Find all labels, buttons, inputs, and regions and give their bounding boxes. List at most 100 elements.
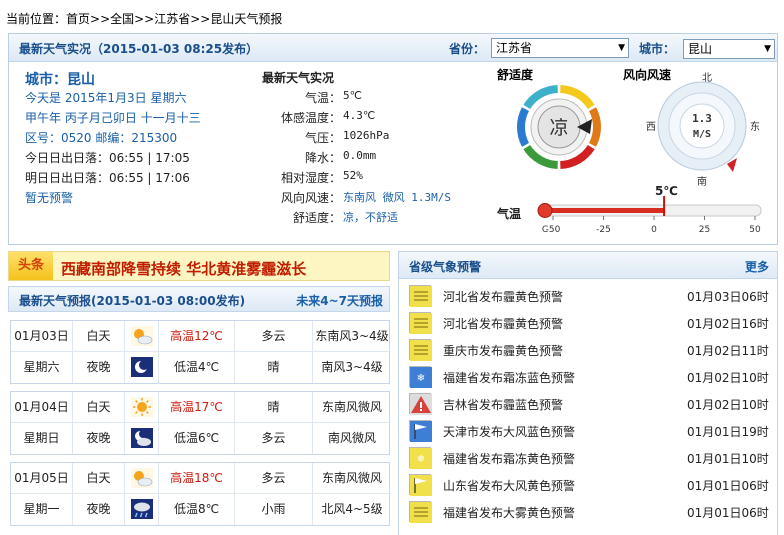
forecast-icon-box: [131, 357, 153, 377]
warning-text[interactable]: 福建省发布大雾黄色预警: [443, 504, 575, 521]
warning-text[interactable]: 重庆市发布霾黄色预警: [443, 342, 563, 359]
warning-item[interactable]: 山东省发布大风黄色预警 01月01日06时: [409, 471, 769, 498]
wind-speed-unit: M/S: [693, 129, 711, 140]
warning-text[interactable]: 河北省发布霾黄色预警: [443, 315, 563, 332]
thermo-tick-label: -25: [596, 225, 611, 235]
haze-yellow-icon: [410, 286, 432, 307]
warning-icon-box: [409, 420, 432, 442]
forecast-weather: 多云: [235, 321, 313, 352]
warnings-more-link[interactable]: 更多: [745, 258, 769, 275]
warning-icon-box: [409, 393, 432, 415]
warnings-title: 省级气象预警: [409, 260, 482, 274]
obs-label: 舒适度：: [292, 211, 341, 225]
forecast-date: 01月05日: [11, 463, 73, 494]
forecast-wind: 南风微风: [327, 431, 376, 445]
warning-item[interactable]: 天津市发布大风蓝色预警 01月01日19时: [409, 417, 769, 444]
warning-item[interactable]: 河北省发布霾黄色预警 01月03日06时: [409, 282, 769, 309]
warnings-header: 省级气象预警 更多: [399, 252, 777, 279]
forecast-weather: 晴: [235, 352, 313, 383]
comfort-gauge: 凉: [517, 85, 601, 169]
warning-text[interactable]: 河北省发布霾黄色预警: [443, 288, 563, 305]
thermo-tick-label: 0: [651, 225, 657, 235]
warning-text[interactable]: 天津市发布大风蓝色预警: [443, 423, 575, 440]
comfort-title: 舒适度: [497, 68, 534, 82]
wind-blue-icon: [410, 421, 432, 442]
warning-text[interactable]: 福建省发布霜冻蓝色预警: [443, 369, 575, 386]
warning-text[interactable]: 吉林省发布霾蓝色预警: [443, 396, 563, 413]
forecast-icon-box: [131, 468, 153, 488]
wind-south-label: 南: [697, 175, 707, 188]
obs-value: 凉，不舒适: [343, 211, 398, 224]
warning-item[interactable]: ❄ 福建省发布霜冻蓝色预警 01月02日10时: [409, 363, 769, 390]
warning-time: 01月02日10时: [687, 371, 769, 385]
forecast-more-link[interactable]: 未来4~7天预报: [296, 292, 383, 309]
obs-label: 气压：: [304, 131, 341, 145]
forecast-day: 01月03日 白天 高温12℃ 多云 东南风3~4级 星期六 夜晚 低温4℃ 晴南风3~4级: [10, 320, 391, 384]
obs-value: 东南风 微风 1.3M/S: [343, 191, 451, 204]
province-select-value: 江苏省: [496, 41, 533, 55]
warning-icon-box: [409, 285, 432, 307]
headline-bar[interactable]: 头条 西藏南部降雪持续 华北黄淮雾霾滋长: [8, 251, 390, 281]
obs-label: 降水：: [304, 151, 341, 165]
warning-item[interactable]: 福建省发布大雾黄色预警 01月01日06时: [409, 498, 769, 525]
warning-time: 01月02日11时: [687, 344, 769, 358]
warning-item[interactable]: ❄ 福建省发布霜冻黄色预警 01月01日10时: [409, 444, 769, 471]
forecast-temp: 高温12℃: [159, 321, 235, 352]
obs-title: 最新天气实况: [262, 71, 335, 85]
province-select[interactable]: 江苏省 ▼: [491, 38, 629, 58]
warning-icon-box: [409, 501, 432, 523]
thermo-bulb-icon: [537, 203, 553, 218]
obs-value: 1026hPa: [343, 129, 390, 142]
today-date: 今天是 2015年1月3日 星期六: [25, 91, 187, 105]
obs-value: 52%: [343, 169, 363, 182]
obs-value: 0.0mm: [343, 149, 377, 162]
headline-text[interactable]: 西藏南部降雪持续 华北黄淮雾霾滋长: [61, 258, 306, 279]
frost-blue-icon: ❄: [410, 367, 432, 388]
wind-rose-inner: [679, 103, 725, 149]
thermo-tick-label: 50: [749, 225, 761, 235]
forecast-icon-cell: [125, 423, 159, 454]
dropdown-arrow-icon: ▼: [764, 44, 771, 54]
forecast-temp: 低温8℃: [159, 494, 235, 525]
thermo-label: 气温: [497, 207, 522, 221]
warning-time: 01月01日19时: [687, 425, 769, 439]
alert-status[interactable]: 暂无预警: [25, 189, 73, 206]
current-weather-panel: 最新天气实况（2015-01-03 08:25发布） 省份： 江苏省 ▼ 城市： …: [8, 33, 778, 245]
forecast-header: 最新天气预报(2015-01-03 08:00发布) 未来4~7天预报: [8, 286, 390, 312]
thermo-tick-label: 25: [699, 225, 710, 235]
forecast-icon-cell: [125, 392, 159, 423]
city-select[interactable]: 昆山 ▼: [683, 39, 775, 59]
warning-item[interactable]: 河北省发布霾黄色预警 01月02日16时: [409, 309, 769, 336]
forecast-weekday: 星期一: [11, 494, 73, 525]
obs-label: 气温：: [304, 91, 341, 105]
forecast-weather: 小雨: [235, 494, 313, 525]
obs-label: 体感温度：: [280, 111, 341, 125]
warning-icon-box: ❄: [409, 366, 432, 388]
wind-east-label: 东: [750, 120, 760, 133]
warning-item[interactable]: 吉林省发布霾蓝色预警 01月02日10时: [409, 390, 769, 417]
forecast-temp: 低温6℃: [159, 423, 235, 454]
fog-yellow-icon: [410, 502, 432, 523]
obs-value: 4.3℃: [343, 109, 376, 122]
province-label: 省份：: [449, 42, 486, 56]
warning-time: 01月02日16时: [687, 317, 769, 331]
forecast-period: 夜晚: [73, 352, 125, 383]
thermo-ticks: C-50 -25 0 25 50: [542, 216, 761, 235]
breadcrumb-prefix: 当前位置：: [6, 12, 67, 26]
warning-item[interactable]: 重庆市发布霾黄色预警 01月02日11时: [409, 336, 769, 363]
moon-cloud-icon: [131, 428, 153, 448]
forecast-weather: 晴: [235, 392, 313, 423]
forecast-weather: 多云: [235, 423, 313, 454]
breadcrumb-path[interactable]: 首页>>全国>>江苏省>>昆山天气预报: [66, 12, 282, 26]
forecast-period: 白天: [73, 392, 125, 423]
city-name: 城市：昆山: [25, 72, 95, 88]
lunar-date: 甲午年 丙子月己卯日 十一月十三: [25, 111, 201, 125]
warning-text[interactable]: 福建省发布霜冻黄色预警: [443, 450, 575, 467]
partly-cloudy-icon: [131, 468, 153, 488]
warning-text[interactable]: 山东省发布大风黄色预警: [443, 477, 575, 494]
headline-tag: 头条: [9, 252, 53, 280]
thermometer: C-50 -25 0 25 50: [537, 196, 762, 235]
forecast-weekday: 星期日: [11, 423, 73, 454]
obs-label: 相对湿度：: [280, 171, 341, 185]
wind-west-label: 西: [646, 122, 656, 133]
